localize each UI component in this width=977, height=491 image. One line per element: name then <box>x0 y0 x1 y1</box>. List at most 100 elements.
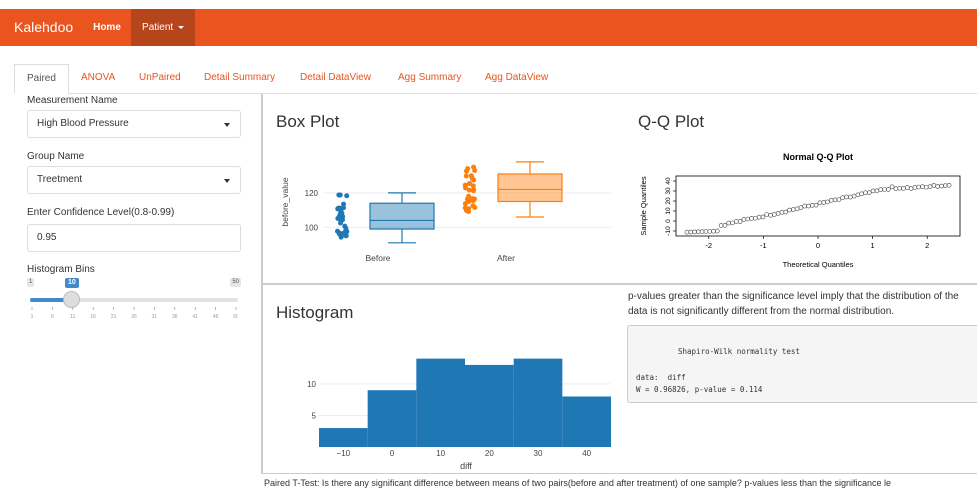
measurement-value: High Blood Pressure <box>37 118 129 129</box>
qqplot-point <box>939 183 944 189</box>
qqplot-point <box>707 229 713 234</box>
slider-tick-label: 26 <box>131 314 137 320</box>
boxplot-point <box>463 185 469 191</box>
qqplot-point <box>817 200 823 206</box>
nav-home[interactable]: Home <box>83 9 131 46</box>
confidence-input[interactable]: 0.95 <box>27 224 241 252</box>
qqplot-point <box>756 214 762 220</box>
test-result-line: W = 0.96826, p-value = 0.114 <box>636 385 763 394</box>
qqplot-point <box>760 214 766 220</box>
qqplot-point <box>798 205 804 210</box>
qqplot-point <box>844 194 849 200</box>
histogram-bar <box>465 364 514 447</box>
qqplot-point <box>813 202 819 208</box>
boxplot-point <box>465 198 471 204</box>
qqplot-point <box>897 185 902 191</box>
histogram-bar <box>367 390 417 447</box>
normality-output: Shapiro-Wilk normality test data: diff W… <box>627 325 977 403</box>
qqplot-point <box>882 187 887 192</box>
tab-unpaired[interactable]: UnPaired <box>139 64 181 94</box>
histogram-bar <box>416 358 465 447</box>
group-select[interactable]: Treetment <box>27 166 241 194</box>
tab-anova[interactable]: ANOVA <box>81 64 115 94</box>
qqplot-point <box>764 212 770 217</box>
qqplot-point <box>684 229 690 235</box>
qqplot-point <box>859 191 864 197</box>
group-label: Group Name <box>27 151 85 162</box>
boxplot-xtick: Before <box>365 253 390 263</box>
test-title: Shapiro-Wilk normality test <box>678 347 800 356</box>
qqplot-point <box>863 190 868 196</box>
qqplot-point <box>692 229 697 235</box>
slider-min: 1 <box>27 278 35 287</box>
slider-handle[interactable] <box>63 291 80 308</box>
qqplot-point <box>806 203 811 209</box>
qqplot-point <box>847 194 853 200</box>
qqplot-point <box>836 197 842 202</box>
qqplot-point <box>730 220 735 226</box>
qqplot-point <box>810 203 815 208</box>
histogram-chart: 5 10 −10 0 10 20 30 40 diff <box>307 358 611 471</box>
qqplot-point <box>904 185 910 190</box>
tab-paired[interactable]: Paired <box>14 64 69 94</box>
qqplot-point <box>901 186 906 191</box>
histogram-bar <box>562 396 611 447</box>
tab-detail-dataview[interactable]: Detail DataView <box>300 64 371 94</box>
qqplot-point <box>768 212 773 218</box>
boxplot-point <box>470 203 476 209</box>
boxplot-point <box>463 173 469 179</box>
slider-tick-label: 6 <box>51 314 54 320</box>
qqplot-ytick: 20 <box>665 197 672 205</box>
qqplot-point <box>688 229 694 235</box>
confidence-label: Enter Confidence Level(0.8-0.99) <box>27 207 175 218</box>
boxplot-ylabel: before_value <box>280 177 290 226</box>
qqplot-xtick: -1 <box>760 241 767 250</box>
qqplot-xlabel: Theoretical Quantiles <box>783 260 854 269</box>
test-data-line: data: diff <box>636 373 686 382</box>
boxplot-point <box>471 164 477 170</box>
boxplot-point <box>466 206 472 212</box>
boxplot-point <box>338 234 344 240</box>
measurement-select[interactable]: High Blood Pressure <box>27 110 241 138</box>
boxplot-point <box>470 183 476 189</box>
tab-agg-summary[interactable]: Agg Summary <box>398 64 461 94</box>
slider-grid: 1 6 11 16 21 26 31 36 41 46 50 <box>31 307 238 320</box>
qqplot-point <box>832 197 838 203</box>
qqplot-point <box>870 188 876 194</box>
qqplot-point <box>935 184 940 189</box>
histogram-bar <box>513 358 563 447</box>
tab-agg-dataview[interactable]: Agg DataView <box>485 64 548 94</box>
qqplot-point <box>802 203 808 209</box>
boxplot-xtick: After <box>497 253 515 263</box>
qqplot-point <box>828 197 834 203</box>
nav-patient-dropdown[interactable]: Patient <box>131 9 195 46</box>
qqplot-title: Q-Q Plot <box>638 112 705 131</box>
navbar: Kalehdoo Home Patient <box>0 9 977 46</box>
qqplot-point <box>791 207 796 212</box>
qqplot-point <box>794 206 800 212</box>
nav-patient-label: Patient <box>142 22 174 33</box>
boxplot-point <box>343 233 349 239</box>
slider-tick-label: 41 <box>192 314 198 320</box>
histogram-xtick: 30 <box>534 449 543 458</box>
qqplot-point <box>745 216 751 222</box>
qqplot-point <box>737 219 743 224</box>
tab-detail-summary[interactable]: Detail Summary <box>204 64 275 94</box>
slider-tick-label: 36 <box>172 314 178 320</box>
group-value: Treetment <box>37 174 83 185</box>
qqplot-point <box>825 199 830 205</box>
dropdown-arrow-icon <box>224 123 230 127</box>
histogram-xtick: 10 <box>436 449 445 458</box>
bins-slider[interactable]: 1 10 50 1 6 11 16 21 26 31 36 41 46 50 <box>27 278 241 324</box>
qqplot-point <box>874 188 880 194</box>
histogram-ytick: 10 <box>307 380 316 389</box>
slider-tick-label: 1 <box>31 314 34 320</box>
normality-note: p-values greater than the significance l… <box>628 291 959 317</box>
histogram-xtick: 0 <box>390 449 395 458</box>
measurement-label: Measurement Name <box>27 95 118 106</box>
qqplot-point <box>912 185 918 190</box>
qqplot-ytick: -10 <box>665 226 672 236</box>
qqplot-point <box>923 184 929 190</box>
brand[interactable]: Kalehdoo <box>14 19 73 35</box>
qqplot-point <box>931 183 937 188</box>
